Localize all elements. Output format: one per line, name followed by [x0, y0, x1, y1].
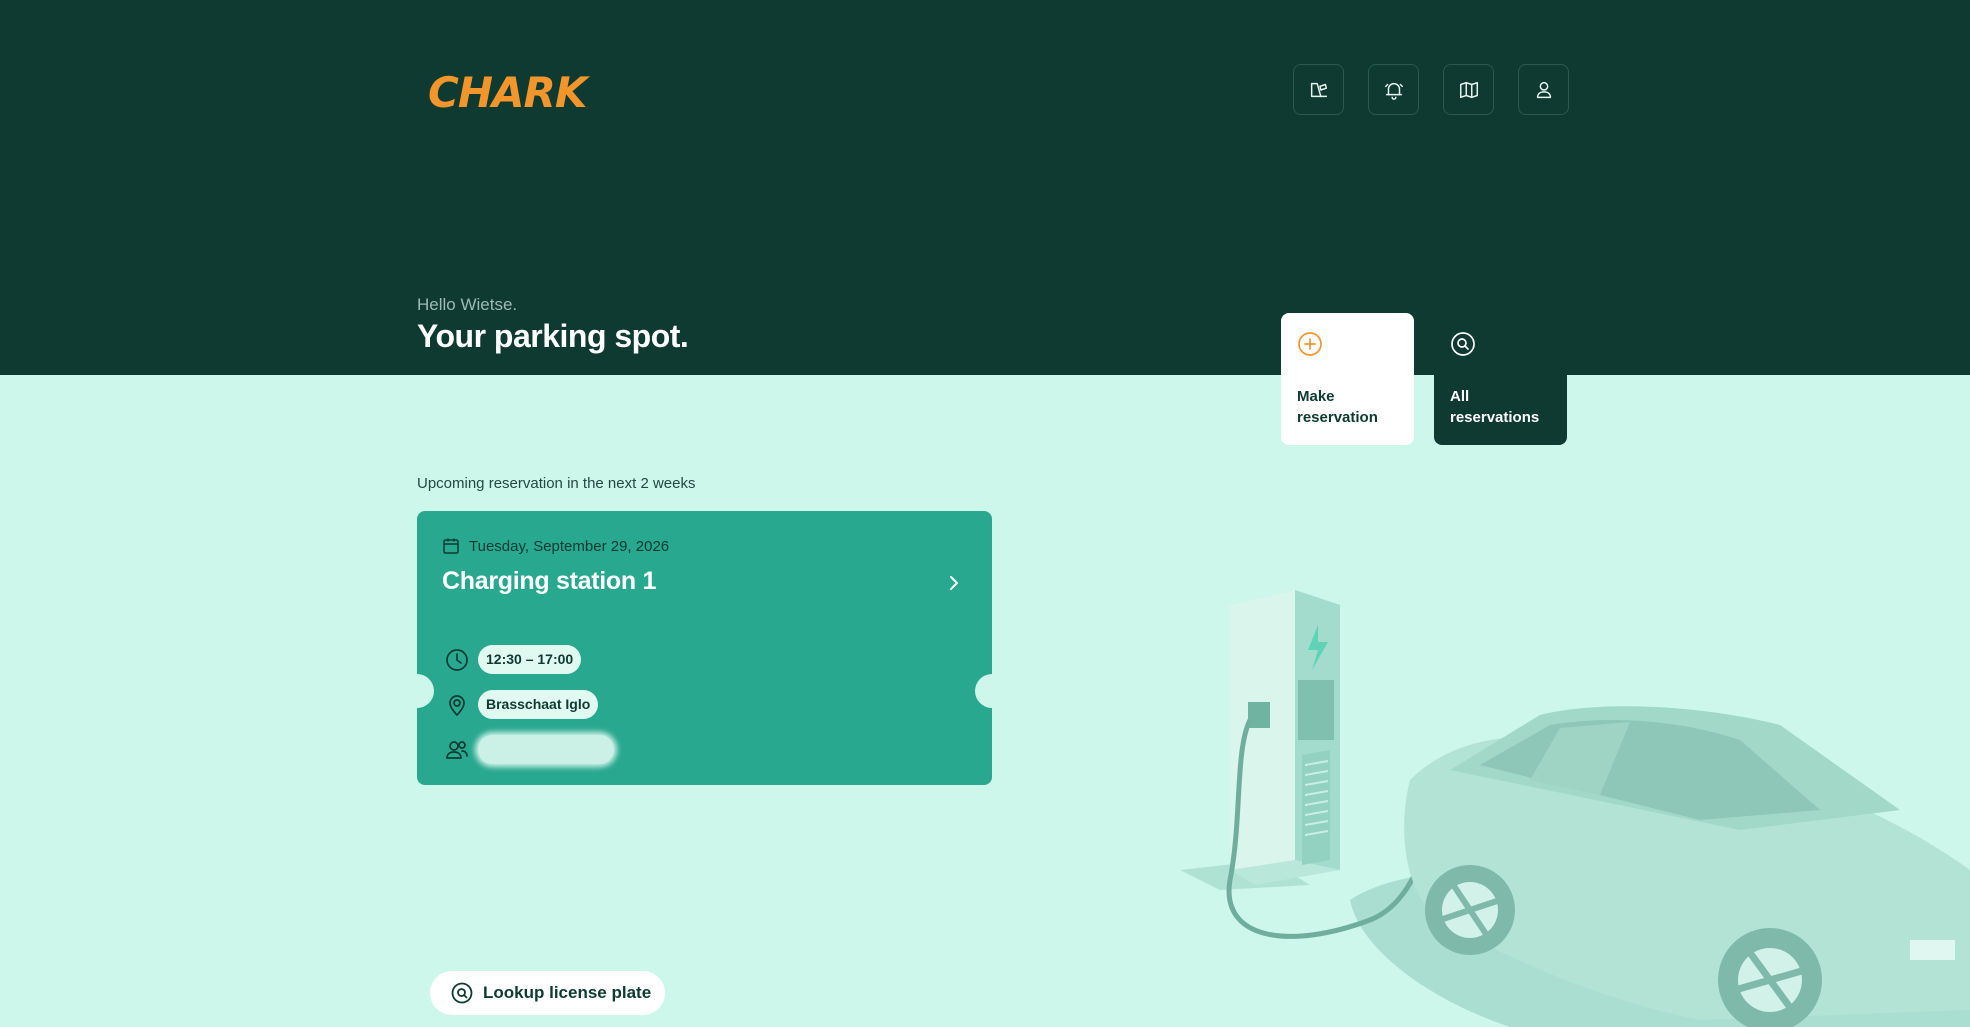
chevron-right-icon — [950, 576, 958, 590]
lookup-license-plate-button[interactable]: Lookup license plate — [430, 971, 665, 1015]
reservation-date: Tuesday, September 29, 2026 — [442, 537, 669, 555]
clock-icon — [446, 648, 468, 671]
page-title: Your parking spot. — [417, 318, 689, 354]
ticket-notch-left — [400, 674, 434, 708]
chark-logo[interactable]: CHARK — [428, 68, 587, 117]
ev-charging-illustration — [1180, 590, 1970, 1027]
search-circle-icon — [451, 982, 473, 1004]
search-circle-icon — [1451, 332, 1475, 356]
users-icon — [446, 740, 468, 759]
reservation-card[interactable]: Tuesday, September 29, 2026 Charging sta… — [400, 511, 1009, 785]
reservation-station: Charging station 1 — [442, 567, 657, 595]
notifications-button[interactable] — [1368, 64, 1419, 115]
greeting-text: Hello Wietse. — [417, 295, 518, 314]
location-pin-icon — [449, 694, 465, 716]
reservation-guests — [478, 735, 614, 764]
top-nav — [1293, 64, 1569, 115]
reservation-guests-row — [445, 735, 614, 764]
reservation-location: Brasschaat Iglo — [478, 690, 599, 719]
all-reservations-label: All reservations — [1450, 388, 1540, 426]
reservation-location-row: Brasschaat Iglo — [445, 690, 599, 719]
make-reservation-label: Make reservation — [1297, 388, 1378, 426]
all-reservations-card[interactable]: All reservations — [1434, 313, 1567, 445]
upcoming-label: Upcoming reservation in the next 2 weeks — [417, 475, 696, 492]
map-button[interactable] — [1443, 64, 1494, 115]
bell-icon — [1384, 82, 1403, 100]
reservation-time-row: 12:30 – 17:00 — [445, 645, 582, 674]
reservation-date-text: Tuesday, September 29, 2026 — [469, 537, 670, 555]
reservation-open-chevron[interactable] — [944, 573, 964, 598]
map-icon — [1459, 81, 1478, 98]
make-reservation-card[interactable]: Make reservation — [1281, 313, 1414, 445]
plus-circle-icon — [1298, 332, 1322, 356]
ticket-notch-right — [975, 674, 1009, 708]
user-icon — [1536, 81, 1551, 98]
reservation-time: 12:30 – 17:00 — [478, 645, 582, 674]
spot-button[interactable] — [1293, 64, 1344, 115]
calendar-icon — [443, 538, 459, 554]
header-band — [0, 0, 1970, 375]
profile-button[interactable] — [1518, 64, 1569, 115]
spot-icon — [1310, 82, 1327, 97]
lookup-label: Lookup license plate — [483, 983, 652, 1002]
